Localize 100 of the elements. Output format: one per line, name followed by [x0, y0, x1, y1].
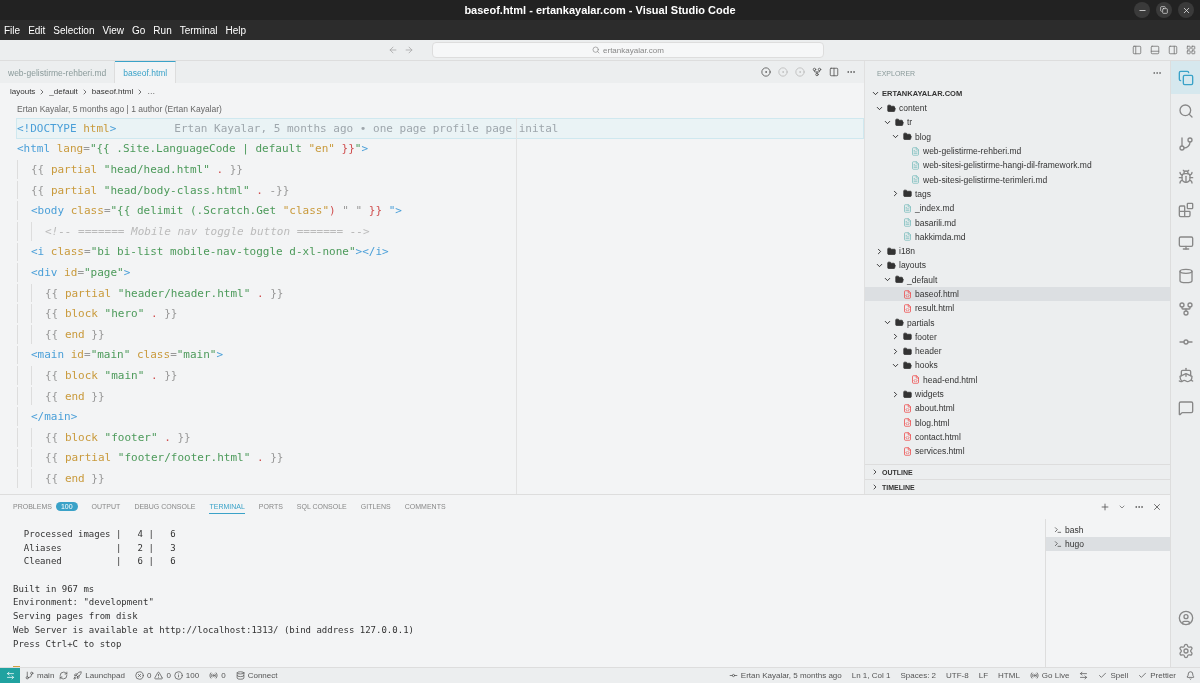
tree-item[interactable]: _default	[865, 272, 1170, 287]
layout-icon[interactable]	[1186, 45, 1196, 55]
panel-right-icon[interactable]	[1168, 45, 1178, 55]
blame-status[interactable]: Ertan Kayalar, 5 months ago	[723, 671, 847, 680]
breadcrumb[interactable]: layouts	[10, 87, 36, 96]
blame-annotation: Ertan Kayalar, 5 months ago • one page profile page inital	[174, 121, 559, 135]
menu-item[interactable]: Help	[225, 24, 247, 36]
tree-item[interactable]: tags	[865, 186, 1170, 202]
menu-item[interactable]: Edit	[28, 24, 46, 36]
html-file-icon	[911, 375, 920, 385]
check-icon	[1138, 671, 1148, 680]
markdown-file-icon	[911, 175, 920, 185]
tree-item[interactable]: hakkimda.md	[865, 229, 1170, 244]
tree-item[interactable]: hooks	[865, 358, 1170, 373]
caret-icon[interactable]	[1118, 503, 1126, 511]
rocket-icon	[73, 671, 83, 680]
status-item[interactable]: Spaces: 2	[895, 671, 942, 680]
previous-change-icon[interactable]	[761, 67, 771, 77]
code-line: {{ block "main" . }}	[45, 368, 178, 382]
menu-item[interactable]: Selection	[53, 24, 95, 36]
prettier-status[interactable]: Prettier	[1133, 671, 1181, 680]
terminal-line: Aliases | 2 | 3	[22, 542, 177, 555]
tree-item[interactable]: basarili.md	[865, 215, 1170, 230]
tree-item[interactable]: footer	[865, 329, 1170, 345]
tree-item[interactable]: about.html	[865, 401, 1170, 416]
minimize-button[interactable]	[1134, 2, 1150, 18]
tree-item[interactable]: partials	[865, 315, 1170, 330]
branch-status[interactable]: main	[20, 671, 60, 680]
forward-icon[interactable]	[404, 45, 414, 55]
menu-item[interactable]: File	[4, 24, 21, 36]
notifications-icon[interactable]	[1186, 671, 1195, 680]
terminal-item[interactable]: hugo	[1046, 537, 1170, 551]
explorer-button[interactable]	[1171, 61, 1200, 94]
markdown-file-icon	[903, 203, 912, 213]
tree-item[interactable]: web-sitesi-gelistirme-terimleri.md	[865, 172, 1170, 187]
status-item[interactable]: HTML	[993, 671, 1025, 680]
tree-item[interactable]: content	[865, 101, 1170, 116]
ports-status[interactable]: 0	[204, 671, 231, 680]
tree-item[interactable]: contact.html	[865, 429, 1170, 445]
breadcrumb[interactable]: …	[147, 87, 156, 96]
back-icon[interactable]	[388, 45, 398, 55]
tree-item[interactable]: web-gelistirme-rehberi.md	[865, 143, 1170, 159]
menu-item[interactable]: Go	[132, 24, 146, 36]
git-graph-icon[interactable]	[812, 67, 822, 77]
tree-item[interactable]: _index.md	[865, 201, 1170, 216]
menu-item[interactable]: Run	[153, 24, 172, 36]
warning-icon	[154, 671, 164, 680]
tree-item[interactable]: services.html	[865, 444, 1170, 459]
tree-item[interactable]: widgets	[865, 386, 1170, 402]
code-line: {{ partial "footer/footer.html" . }}	[45, 451, 284, 465]
tree-item[interactable]: blog	[865, 129, 1170, 144]
html-file-icon	[903, 303, 912, 313]
folder-icon	[903, 332, 912, 342]
breadcrumb[interactable]: baseof.html	[91, 87, 134, 96]
new-terminal-icon[interactable]	[1100, 502, 1110, 512]
search-icon	[592, 46, 601, 54]
launchpad-status[interactable]: Launchpad	[68, 671, 130, 680]
status-item[interactable]: LF	[973, 671, 994, 680]
broadcast-icon	[209, 671, 219, 680]
terminal-icon	[1054, 540, 1062, 548]
extensions-icon	[1177, 201, 1194, 218]
database-icon	[235, 671, 245, 680]
info-icon	[173, 671, 183, 680]
codelens[interactable]: Ertan Kayalar, 5 months ago | 1 author (Ertan Kayalar)	[0, 100, 864, 118]
status-item[interactable]: Ln 1, Col 1	[846, 671, 896, 680]
remote-button[interactable]	[0, 668, 20, 683]
tree-item[interactable]: blog.html	[865, 415, 1170, 430]
code-line: {{ end }}	[45, 471, 105, 485]
tree-item[interactable]: web-sitesi-gelistirme-hangi-dil-framework.md	[865, 158, 1170, 173]
menu-item[interactable]: Terminal	[179, 24, 218, 36]
tree-item[interactable]: header	[865, 344, 1170, 359]
close-icon[interactable]	[1152, 502, 1162, 512]
command-center-field[interactable]: ertankayalar.com	[432, 42, 824, 58]
tree-item[interactable]: tr	[865, 115, 1170, 130]
terminal-icon	[1054, 526, 1062, 534]
tree-item[interactable]: head-end.html	[865, 372, 1170, 387]
split-editor-icon[interactable]	[829, 67, 839, 77]
breadcrumb[interactable]: _default	[49, 87, 78, 96]
status-item[interactable]: UTF-8	[941, 671, 974, 680]
tree-item[interactable]: layouts	[865, 258, 1170, 273]
html-file-icon	[903, 418, 912, 428]
tree-item[interactable]: i18n	[865, 243, 1170, 259]
html-file-icon	[903, 432, 912, 442]
go-live-status[interactable]: Go Live	[1024, 671, 1075, 680]
extension-icon	[1079, 671, 1089, 680]
tree-item[interactable]: baseof.html	[865, 286, 1170, 302]
menu-item[interactable]: View	[102, 24, 124, 36]
connect-status[interactable]: Connect	[230, 671, 283, 680]
close-button[interactable]	[1178, 2, 1194, 18]
terminal-line: Environment: "development"	[13, 597, 155, 610]
tree-item[interactable]: result.html	[865, 301, 1170, 316]
panel-left-icon[interactable]	[1132, 45, 1142, 55]
spell-status[interactable]: Spell	[1093, 671, 1134, 680]
terminal-item[interactable]: bash	[1046, 523, 1170, 537]
code-line: {{ block "footer" . }}	[45, 430, 191, 444]
code-line: {{ end }}	[45, 389, 105, 403]
problems-status[interactable]: 0 0 100	[129, 671, 205, 680]
panel-bottom-icon[interactable]	[1150, 45, 1160, 55]
restore-button[interactable]	[1156, 2, 1172, 18]
html-file-icon	[903, 403, 912, 413]
